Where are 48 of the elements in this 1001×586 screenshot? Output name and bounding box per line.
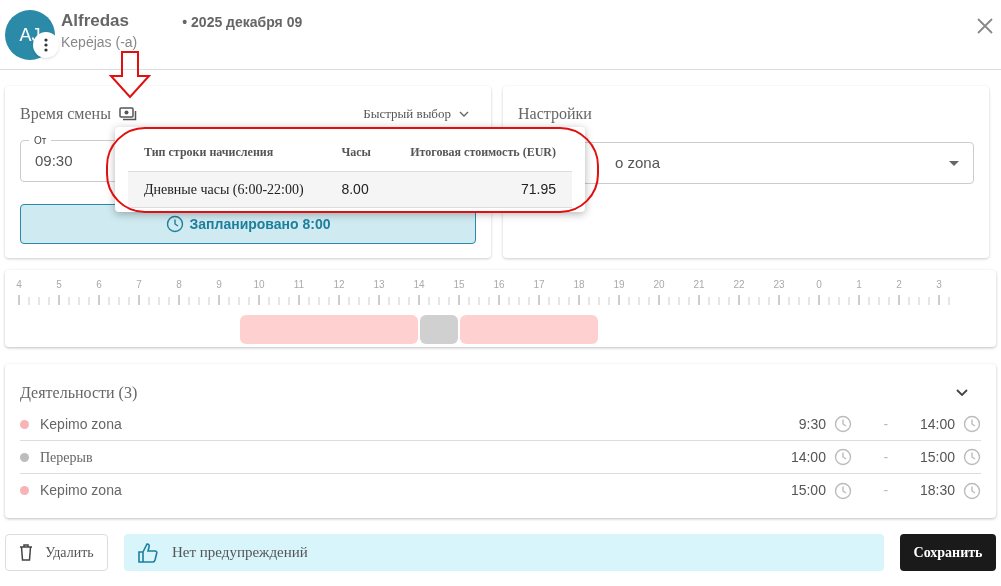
hour-label: 21 [693, 279, 705, 290]
hour-label: 15 [453, 279, 465, 290]
column-header: Тип строки начисления [128, 133, 326, 172]
card-title: Настройки [518, 105, 592, 122]
end-time: 14:00 [919, 414, 955, 434]
hour-label: 9 [216, 279, 222, 290]
section-title: Деятельности (3) [20, 383, 138, 404]
end-time: 15:00 [919, 447, 955, 467]
hour-label: 19 [613, 279, 625, 290]
shift-date: • 2025 декабря 09 [182, 13, 303, 32]
start-time: 9:30 [798, 414, 826, 434]
hour-label: 8 [176, 279, 182, 290]
hour-label: 1 [856, 279, 862, 290]
employee-role: Kepėjas (-a) [61, 33, 138, 52]
hour-label: 3 [936, 279, 942, 290]
activity-name: Kepimo zona [40, 481, 122, 500]
time-separator: - [882, 447, 890, 467]
activity-name: Перерыв [40, 448, 93, 467]
hour-label: 14 [413, 279, 425, 290]
hour-label: 10 [253, 279, 265, 290]
table-cell: 8.00 [325, 171, 389, 208]
hour-label: 20 [653, 279, 665, 290]
hour-label: 16 [493, 279, 505, 290]
column-header: Часы [325, 133, 389, 172]
hour-label: 13 [373, 279, 385, 290]
hour-label: 2 [896, 279, 902, 290]
hour-label: 6 [96, 279, 102, 290]
hour-label: 5 [56, 279, 62, 290]
activity-name: Kepimo zona [40, 414, 122, 434]
warnings-text: Нет предупреждений [172, 543, 308, 563]
employee-name: Alfredas [61, 10, 131, 32]
table-cell: Дневные часы (6:00-22:00) [128, 171, 326, 208]
hour-label: 17 [533, 279, 545, 290]
hour-label: 4 [16, 279, 22, 290]
hour-label: 11 [293, 279, 305, 290]
start-time: 14:00 [790, 447, 826, 467]
end-time: 18:30 [919, 481, 955, 500]
time-separator: - [882, 414, 890, 434]
hour-label: 0 [816, 279, 822, 290]
planned-hours: Запланировано 8:00 [189, 214, 331, 234]
hour-label: 18 [573, 279, 585, 290]
hour-label: 7 [136, 279, 142, 290]
hour-label: 23 [773, 279, 785, 290]
start-time: 15:00 [790, 481, 826, 500]
time-separator: - [882, 481, 890, 500]
hour-label: 12 [333, 279, 345, 290]
card-title: Время смены [20, 104, 111, 125]
hour-label: 22 [733, 279, 745, 290]
